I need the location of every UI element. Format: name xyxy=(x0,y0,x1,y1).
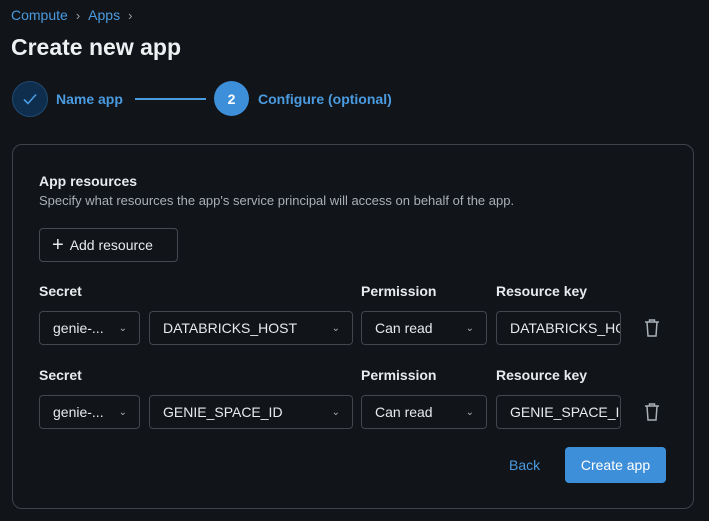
permission-select[interactable]: Can read ⌄ xyxy=(361,395,487,429)
section-description: Specify what resources the app's service… xyxy=(39,193,515,208)
chevron-down-icon: ⌄ xyxy=(331,406,340,418)
permission-select[interactable]: Can read ⌄ xyxy=(361,311,487,345)
breadcrumb-compute[interactable]: Compute xyxy=(11,7,68,23)
secret-scope-select[interactable]: genie-... ⌄ xyxy=(39,395,140,429)
resource-key-label: Resource key xyxy=(496,283,588,299)
delete-resource-button[interactable] xyxy=(643,402,661,427)
secret-key-value: GENIE_SPACE_ID xyxy=(163,404,283,420)
chevron-right-icon: › xyxy=(128,7,133,23)
step-configure: Configure (optional) xyxy=(258,91,392,107)
secret-scope-select[interactable]: genie-... ⌄ xyxy=(39,311,140,345)
chevron-down-icon: ⌄ xyxy=(118,322,127,334)
permission-value: Can read xyxy=(375,320,433,336)
check-icon xyxy=(23,93,37,105)
plus-icon: + xyxy=(52,234,64,256)
secret-label: Secret xyxy=(39,367,82,383)
secret-scope-value: genie-... xyxy=(53,404,104,420)
chevron-right-icon: › xyxy=(75,7,81,23)
chevron-down-icon: ⌄ xyxy=(465,406,474,418)
secret-key-select[interactable]: DATABRICKS_HOST ⌄ xyxy=(149,311,353,345)
secret-key-value: DATABRICKS_HOST xyxy=(163,320,298,336)
breadcrumb: Compute › Apps › xyxy=(11,7,132,23)
resource-key-input[interactable]: DATABRICKS_HOST xyxy=(496,311,621,345)
add-resource-button[interactable]: + Add resource xyxy=(39,228,178,262)
delete-resource-button[interactable] xyxy=(643,318,661,343)
breadcrumb-apps[interactable]: Apps xyxy=(88,7,120,23)
permission-label: Permission xyxy=(361,283,437,299)
permission-value: Can read xyxy=(375,404,433,420)
page-title: Create new app xyxy=(11,34,181,60)
create-app-button[interactable]: Create app xyxy=(565,447,666,483)
resource-key-input[interactable]: GENIE_SPACE_ID xyxy=(496,395,621,429)
chevron-down-icon: ⌄ xyxy=(118,406,127,418)
add-resource-label: Add resource xyxy=(69,237,153,253)
step-active-indicator: 2 xyxy=(214,81,249,116)
resource-key-label: Resource key xyxy=(496,367,588,383)
chevron-down-icon: ⌄ xyxy=(465,322,474,334)
secret-key-select[interactable]: GENIE_SPACE_ID ⌄ xyxy=(149,395,353,429)
chevron-down-icon: ⌄ xyxy=(331,322,340,334)
back-button[interactable]: Back xyxy=(509,457,540,473)
trash-icon xyxy=(645,319,659,337)
trash-icon xyxy=(645,403,659,421)
step-connector xyxy=(135,98,206,100)
step-name-app: Name app xyxy=(56,91,123,107)
secret-scope-value: genie-... xyxy=(53,320,104,336)
permission-label: Permission xyxy=(361,367,437,383)
section-title: App resources xyxy=(39,173,138,189)
step-done-indicator xyxy=(12,81,48,117)
secret-label: Secret xyxy=(39,283,82,299)
